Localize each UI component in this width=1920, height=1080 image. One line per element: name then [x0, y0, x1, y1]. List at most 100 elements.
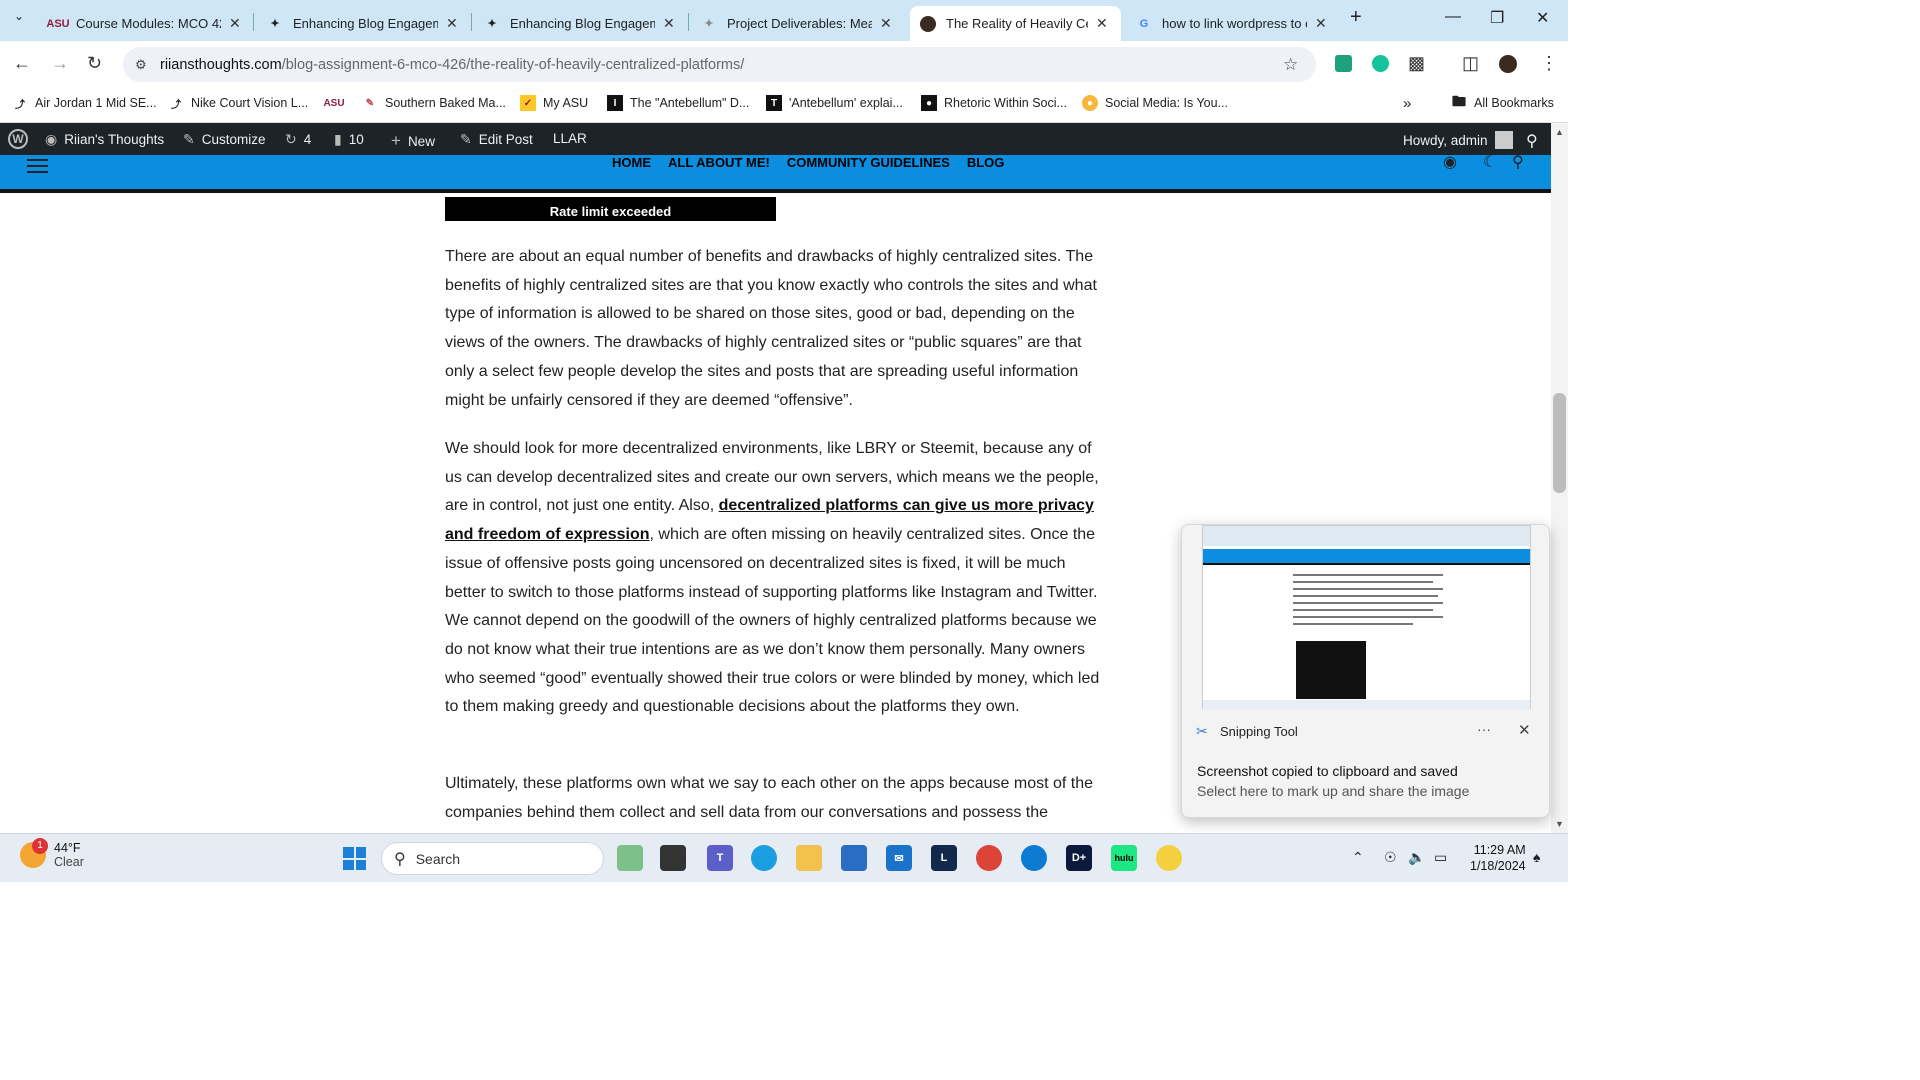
volume-icon[interactable]: 🔈	[1408, 849, 1425, 866]
menu-item-about[interactable]: ALL ABOUT ME!	[668, 155, 770, 170]
url-bar[interactable]: ⚙ riiansthoughts.com/blog-assignment-6-m…	[123, 47, 1316, 82]
my-account-link[interactable]: Howdy, admin	[1403, 131, 1513, 149]
bookmark-item[interactable]: ● Social Media: Is You...	[1082, 95, 1228, 111]
file-explorer-icon[interactable]	[796, 845, 822, 871]
close-tab-icon[interactable]: ✕	[1315, 15, 1327, 32]
wordpress-logo-icon[interactable]: W	[8, 129, 28, 149]
page-scrollbar[interactable]: ▲ ▼	[1551, 123, 1568, 833]
close-icon[interactable]: ✕	[1518, 721, 1531, 739]
rate-limit-notice: Rate limit exceeded	[445, 197, 776, 221]
battery-icon[interactable]: ▭	[1434, 849, 1447, 866]
notification-bell-icon[interactable]: ♠	[1533, 849, 1540, 865]
more-bookmarks-icon[interactable]: »	[1403, 95, 1411, 112]
pencil-icon: ✎	[460, 131, 472, 147]
extensions-puzzle-icon[interactable]: ▩	[1408, 53, 1425, 74]
weather-widget[interactable]: 1 44°F Clear	[20, 838, 84, 869]
new-content-link[interactable]: + New	[391, 131, 435, 151]
minimize-icon[interactable]: —	[1445, 8, 1461, 26]
tab-link-wordpress[interactable]: G how to link wordpress to c ✕	[1126, 6, 1337, 41]
bookmark-site-icon: ●	[1082, 95, 1098, 111]
store-icon[interactable]	[841, 845, 867, 871]
snipping-tool-icon[interactable]	[1156, 845, 1182, 871]
comments-link[interactable]: ▮ 10	[334, 131, 364, 148]
restore-icon[interactable]: ❐	[1490, 8, 1504, 28]
profile-avatar-icon[interactable]	[1499, 55, 1517, 73]
wordpress-icon[interactable]: ◉	[1443, 152, 1457, 172]
brush-icon: ✎	[183, 131, 195, 147]
scissors-icon: ✂	[1196, 723, 1208, 739]
updates-link[interactable]: ↻ 4	[285, 131, 311, 148]
notification-subtext: Select here to mark up and share the ima…	[1197, 783, 1470, 799]
bookmark-item[interactable]: ⤴ Nike Court Vision L...	[168, 95, 308, 111]
bookmark-star-icon[interactable]: ☆	[1283, 55, 1298, 75]
side-panel-icon[interactable]: ◫	[1462, 53, 1479, 74]
tab-project-deliverables[interactable]: ✦ Project Deliverables: Mean ✕	[691, 6, 902, 41]
extension-icon[interactable]	[1335, 55, 1352, 72]
back-arrow-icon[interactable]: ←	[13, 53, 31, 74]
bookmark-item[interactable]: T 'Antebellum' explai...	[766, 95, 903, 111]
hulu-icon[interactable]: hulu	[1111, 845, 1137, 871]
snipping-tool-app: ✂ Snipping Tool	[1196, 723, 1298, 739]
edit-post-link[interactable]: ✎ Edit Post	[460, 131, 533, 148]
new-tab-icon[interactable]: +	[1350, 6, 1362, 29]
network-globe-icon[interactable]: ☉	[1384, 849, 1397, 866]
bookmark-item[interactable]: ✓ My ASU	[520, 95, 588, 111]
all-bookmarks-button[interactable]: 🖿 All Bookmarks	[1451, 93, 1554, 111]
close-tab-icon[interactable]: ✕	[663, 15, 675, 32]
url-host: riiansthoughts.com	[160, 56, 282, 73]
bookmark-item[interactable]: I The "Antebellum" D...	[607, 95, 749, 111]
disney-plus-icon[interactable]: D+	[1066, 845, 1092, 871]
tab-search-icon[interactable]: ⌄	[14, 9, 24, 23]
copilot-icon[interactable]	[617, 845, 643, 871]
system-clock[interactable]: 11:29 AM 1/18/2024	[1470, 842, 1526, 874]
admin-search-icon[interactable]: ⚲	[1526, 131, 1538, 151]
tab-strip: ⌄ ASU Course Modules: MCO 428 ✕ ✦ Enhanc…	[0, 0, 1568, 41]
snipping-tool-notification[interactable]: ✂ Snipping Tool ··· ✕ Screenshot copied t…	[1181, 524, 1550, 818]
cortana-icon[interactable]	[1021, 845, 1047, 871]
screenshot-thumbnail[interactable]	[1202, 525, 1531, 710]
menu-item-home[interactable]: HOME	[612, 155, 651, 170]
window-close-icon[interactable]: ✕	[1536, 8, 1549, 28]
show-hidden-icons-icon[interactable]: ⌃	[1352, 849, 1364, 866]
taskbar-search[interactable]: ⚲ Search	[381, 842, 604, 875]
dark-mode-moon-icon[interactable]: ☾	[1483, 152, 1497, 172]
bookmark-item[interactable]: ASU	[323, 95, 367, 111]
grammarly-icon[interactable]	[1372, 55, 1389, 72]
hamburger-menu-icon[interactable]	[27, 159, 48, 173]
task-view-icon[interactable]	[660, 845, 686, 871]
forward-arrow-icon[interactable]: →	[51, 53, 69, 74]
more-options-icon[interactable]: ···	[1477, 721, 1491, 737]
close-tab-icon[interactable]: ✕	[1096, 15, 1108, 32]
menu-item-blog[interactable]: BLOG	[967, 155, 1005, 170]
reload-icon[interactable]: ↻	[87, 53, 102, 74]
search-icon[interactable]: ⚲	[1512, 152, 1524, 172]
start-button[interactable]	[343, 847, 366, 870]
profile-icon	[920, 15, 936, 32]
close-tab-icon[interactable]: ✕	[229, 15, 241, 32]
llar-link[interactable]: LLAR	[553, 131, 587, 146]
lockdown-icon[interactable]: L	[931, 845, 957, 871]
site-info-icon[interactable]: ⚙	[135, 57, 147, 73]
teams-icon[interactable]: T	[707, 845, 733, 871]
scroll-down-icon[interactable]: ▼	[1555, 819, 1564, 829]
tab-reality-centralized[interactable]: The Reality of Heavily Cent ✕	[910, 6, 1121, 41]
close-tab-icon[interactable]: ✕	[446, 15, 458, 32]
tab-course-modules[interactable]: ASU Course Modules: MCO 428 ✕	[40, 6, 251, 41]
folder-icon: 🖿	[1452, 93, 1466, 109]
site-name-link[interactable]: ◉ Riian's Thoughts	[45, 131, 164, 148]
close-tab-icon[interactable]: ✕	[880, 15, 892, 32]
bookmark-item[interactable]: ● Rhetoric Within Soci...	[921, 95, 1067, 111]
edge-icon[interactable]	[751, 845, 777, 871]
chrome-icon[interactable]	[976, 845, 1002, 871]
tab-enhancing-blog-2[interactable]: ✦ Enhancing Blog Engageme ✕	[474, 6, 685, 41]
mail-icon[interactable]: ✉	[886, 845, 912, 871]
tab-enhancing-blog-1[interactable]: ✦ Enhancing Blog Engageme ✕	[257, 6, 468, 41]
scroll-up-icon[interactable]: ▲	[1555, 127, 1564, 137]
scrollbar-thumb[interactable]	[1553, 393, 1566, 493]
menu-item-guidelines[interactable]: COMMUNITY GUIDELINES	[787, 155, 950, 170]
bookmark-item[interactable]: ✎ Southern Baked Ma...	[362, 95, 506, 111]
notification-heading: Screenshot copied to clipboard and saved	[1197, 763, 1458, 779]
customize-link[interactable]: ✎ Customize	[183, 131, 266, 148]
bookmark-item[interactable]: ⤴ Air Jordan 1 Mid SE...	[12, 95, 157, 111]
chrome-menu-icon[interactable]: ⋮	[1540, 53, 1558, 74]
